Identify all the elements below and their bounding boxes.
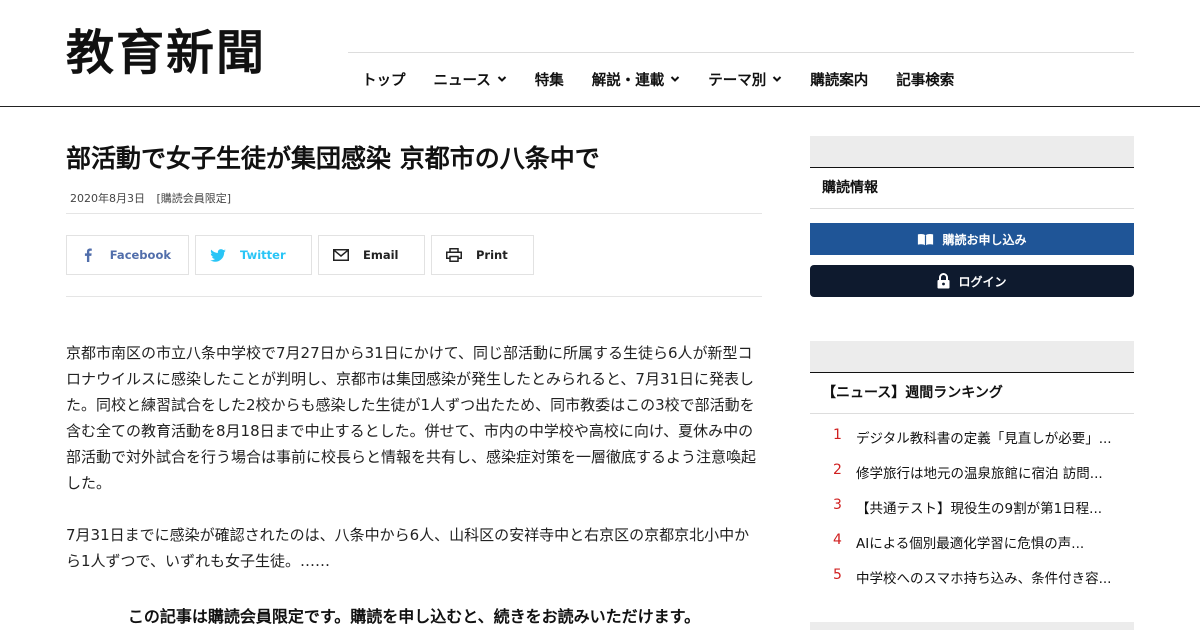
article-paragraph: 7月31日までに感染が確認されたのは、八条中から6人、山科区の安祥寺中と右京区の… — [66, 526, 750, 570]
sidebar-grey-bar — [810, 622, 1134, 630]
divider — [66, 296, 762, 297]
weekly-ranking: 【ニュース】週間ランキング 1 デジタル教科書の定義「見直しが必要」... 2 … — [810, 341, 1134, 603]
site-header: 教育新聞 トップ ニュース 特集 解説・連載 テーマ別 購読案内 記事検索 — [0, 0, 1200, 107]
twitter-icon — [196, 248, 240, 262]
nav-item-label: 記事検索 — [896, 72, 955, 89]
article-paragraph: 京都市南区の市立八条中学校で7月27日から31日にかけて、同じ部活動に所属する生… — [66, 344, 757, 492]
ranking-number: 5 — [833, 567, 842, 583]
subscribe-label: 購読お申し込み — [942, 232, 1027, 247]
chevron-down-icon — [497, 76, 506, 82]
ranking-number: 1 — [833, 427, 842, 443]
ranking-title: デジタル教科書の定義「見直しが必要」... — [856, 431, 1112, 447]
logo-text: 教育新聞 — [66, 25, 267, 81]
ranking-title: 【共通テスト】現役生の9割が第1日程... — [856, 501, 1103, 517]
nav-item-subscription-guide[interactable]: 購読案内 — [796, 62, 882, 96]
share-label: Email — [363, 248, 399, 262]
facebook-icon — [67, 248, 110, 262]
sidebar: 購読情報 購読お申し込み ログイン 【ニュース】週間ランキング 1 デジタル教科… — [810, 136, 1134, 630]
site-logo[interactable]: 教育新聞 — [66, 24, 306, 82]
article-body: 京都市南区の市立八条中学校で7月27日から31日にかけて、同じ部活動に所属する生… — [66, 340, 762, 600]
share-buttons: Facebook Twitter Email Print — [66, 235, 534, 275]
subscribe-button[interactable]: 購読お申し込み — [810, 223, 1134, 255]
login-button[interactable]: ログイン — [810, 265, 1134, 297]
ranking-heading: 【ニュース】週間ランキング — [810, 373, 1134, 414]
nav-item-label: 購読案内 — [810, 72, 869, 89]
nav-item-label: テーマ別 — [708, 72, 767, 89]
share-email-button[interactable]: Email — [318, 235, 425, 275]
sidebar-grey-bar — [810, 341, 1134, 373]
share-twitter-button[interactable]: Twitter — [195, 235, 312, 275]
nav-item-news[interactable]: ニュース — [420, 62, 521, 96]
nav-item-label: トップ — [362, 72, 406, 89]
nav-item-label: 特集 — [534, 72, 564, 89]
nav-item-features[interactable]: 特集 — [521, 62, 578, 96]
lock-icon — [937, 273, 950, 289]
chevron-down-icon — [671, 76, 680, 82]
nav-item-commentary[interactable]: 解説・連載 — [578, 62, 695, 96]
print-button[interactable]: Print — [431, 235, 534, 275]
share-label: Facebook — [109, 248, 171, 262]
share-label: Print — [476, 248, 508, 262]
ranking-item[interactable]: 2 修学旅行は地元の温泉旅館に宿泊 訪問... — [810, 462, 1134, 498]
article-title: 部活動で女子生徒が集団感染 京都市の八条中で — [66, 144, 600, 173]
book-icon — [917, 233, 934, 246]
ranking-item[interactable]: 1 デジタル教科書の定義「見直しが必要」... — [810, 427, 1134, 463]
ranking-item[interactable]: 5 中学校へのスマホ持ち込み、条件付き容... — [810, 567, 1134, 603]
printer-icon — [432, 248, 476, 262]
nav-divider — [348, 52, 1134, 53]
nav-item-article-search[interactable]: 記事検索 — [882, 62, 968, 96]
chevron-down-icon — [773, 76, 782, 82]
envelope-icon — [319, 249, 363, 261]
ranking-number: 3 — [833, 497, 842, 513]
ranking-title: 中学校へのスマホ持ち込み、条件付き容... — [856, 571, 1112, 587]
article-date: 2020年8月3日 — [70, 192, 145, 205]
ranking-item[interactable]: 4 AIによる個別最適化学習に危惧の声... — [810, 532, 1134, 568]
ranking-list: 1 デジタル教科書の定義「見直しが必要」... 2 修学旅行は地元の温泉旅館に宿… — [810, 414, 1134, 603]
subscription-heading: 購読情報 — [810, 168, 1134, 209]
nav-item-label: ニュース — [433, 72, 491, 89]
divider — [66, 213, 762, 214]
nav-item-top[interactable]: トップ — [348, 62, 420, 96]
article-meta: 2020年8月3日 [購読会員限定] — [70, 190, 239, 206]
share-label: Twitter — [240, 248, 286, 262]
ranking-number: 4 — [833, 532, 842, 548]
share-facebook-button[interactable]: Facebook — [66, 235, 189, 275]
login-label: ログイン — [958, 274, 1007, 289]
article-tag: [購読会員限定] — [156, 192, 232, 205]
members-only-notice: この記事は購読会員限定です。購読を申し込むと、続きをお読みいただけます。 — [127, 607, 701, 626]
nav-item-themes[interactable]: テーマ別 — [694, 62, 796, 96]
nav-item-label: 解説・連載 — [591, 72, 665, 89]
ranking-title: 修学旅行は地元の温泉旅館に宿泊 訪問... — [856, 466, 1103, 482]
ranking-item[interactable]: 3 【共通テスト】現役生の9割が第1日程... — [810, 497, 1134, 533]
ranking-number: 2 — [833, 462, 842, 478]
sidebar-grey-bar — [810, 136, 1134, 168]
main-nav: トップ ニュース 特集 解説・連載 テーマ別 購読案内 記事検索 — [348, 62, 968, 96]
ranking-title: AIによる個別最適化学習に危惧の声... — [856, 536, 1085, 552]
